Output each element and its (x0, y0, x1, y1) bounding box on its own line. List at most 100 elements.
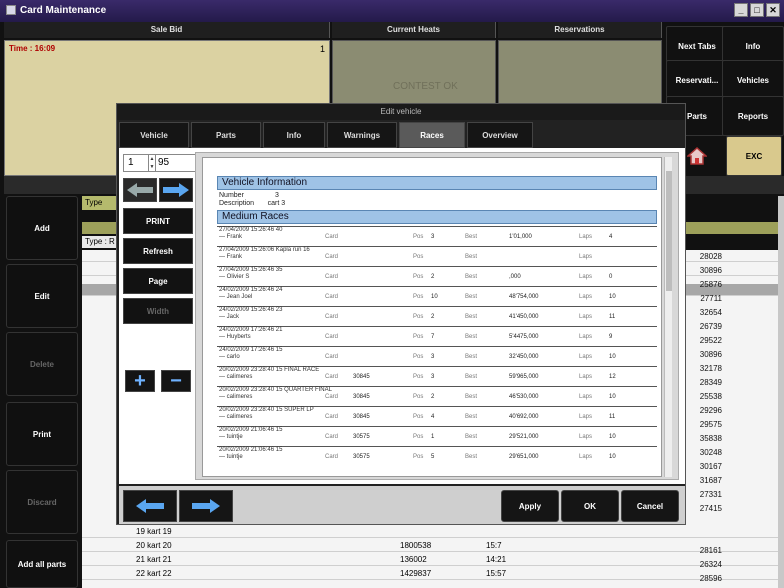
best-label: Best (465, 414, 478, 420)
heats-watermark: CONTEST OK (393, 81, 458, 92)
race-pos: 3 (431, 354, 435, 360)
vehicle-number: 32178 (699, 364, 722, 373)
laps-label: Laps (579, 254, 593, 260)
vehicle-number (686, 530, 722, 544)
zoom-out-button[interactable]: − (161, 370, 191, 392)
tab-overview[interactable]: Overview (467, 122, 533, 148)
race-laps: 0 (609, 274, 613, 280)
prev-record-button[interactable] (123, 490, 177, 522)
best-label: Best (465, 374, 478, 380)
tab-vehicle[interactable]: Vehicle (119, 122, 189, 148)
race-card: 30575 (353, 454, 370, 460)
race-row: 20/02/2009 23:28:40 15 SUPER LP — calimer… (217, 406, 657, 420)
maximize-icon[interactable]: □ (750, 3, 764, 17)
reports-button[interactable]: Reports (722, 96, 784, 136)
race-date: 24/02/2009 17:26:46 21 (219, 327, 283, 333)
home-icon (687, 147, 707, 165)
pos-label: Pos (413, 234, 424, 240)
dialog-footer: Apply OK Cancel (119, 486, 685, 524)
vehicle-number: 30248 (699, 448, 722, 457)
race-card: 30845 (353, 414, 370, 420)
refresh-button[interactable]: Refresh (123, 238, 193, 264)
best-label: Best (465, 354, 478, 360)
race-pos: 1 (431, 434, 435, 440)
vehicles-button[interactable]: Vehicles (722, 60, 784, 100)
tab-info[interactable]: Info (263, 122, 325, 148)
race-best: 29'651,000 (509, 454, 539, 460)
apply-button[interactable]: Apply (501, 490, 559, 522)
spinner-total: 95 (158, 157, 170, 168)
vehicle-number: 30896 (699, 350, 722, 359)
close-icon[interactable]: ✕ (766, 3, 780, 17)
race-driver: — Frank (219, 234, 243, 240)
ok-button[interactable]: OK (561, 490, 619, 522)
exc-button[interactable]: EXC (726, 136, 782, 176)
reservations-button[interactable]: Reservati... (666, 60, 728, 100)
info-description: Description cart 3 (219, 200, 286, 207)
race-driver: — tuintje (219, 454, 243, 460)
pos-label: Pos (413, 394, 424, 400)
cancel-button[interactable]: Cancel (621, 490, 679, 522)
tab-parts[interactable]: Parts (191, 122, 261, 148)
vehicle-number: 28349 (699, 378, 722, 387)
race-driver: — Frank (219, 254, 243, 260)
next-record-button[interactable] (179, 490, 233, 522)
vehicle-number: 30167 (699, 462, 722, 471)
app-icon (6, 5, 16, 15)
add-button[interactable]: Add (6, 196, 78, 260)
tab-races[interactable]: Races (399, 122, 465, 148)
race-date: 20/02/2009 23:28:40 15 QUARTER FINAL (219, 387, 332, 393)
pos-label: Pos (413, 274, 424, 280)
edit-button[interactable]: Edit (6, 264, 78, 328)
delete-button[interactable]: Delete (6, 332, 78, 396)
card-label: Card (325, 414, 339, 420)
row-code: 136002 (400, 555, 427, 564)
tab-warnings[interactable]: Warnings (327, 122, 397, 148)
next-page-button[interactable] (159, 178, 193, 202)
page-button[interactable]: Page (123, 268, 193, 294)
table-row[interactable]: 19 kart 19 (82, 526, 780, 538)
print-report-button[interactable]: PRINT (123, 208, 193, 234)
discard-button[interactable]: Discard (6, 470, 78, 534)
race-best: 48'754,000 (509, 294, 539, 300)
race-laps: 10 (609, 454, 616, 460)
report-viewer: Vehicle Information Number 3 Description… (195, 152, 679, 480)
race-date: 27/04/2009 15:26:46 35 (219, 267, 283, 273)
minimize-icon[interactable]: _ (734, 3, 748, 17)
table-row[interactable]: 21 kart 21 136002 14:21 (82, 554, 780, 566)
table-scrollbar[interactable] (778, 196, 784, 588)
scroll-thumb[interactable] (666, 171, 672, 291)
laps-label: Laps (579, 454, 593, 460)
race-laps: 10 (609, 394, 616, 400)
race-pos: 3 (431, 374, 435, 380)
spinner-value: 1 (128, 157, 134, 168)
race-card: 30845 (353, 394, 370, 400)
race-row: 24/02/2009 15:26:46 23— Jack Card Pos 2 Best… (217, 306, 657, 320)
race-best: 40'692,000 (509, 414, 539, 420)
race-driver: — calimeres (219, 414, 253, 420)
race-best: 41'450,000 (509, 314, 539, 320)
table-row[interactable]: 22 kart 22 1429837 15:57 (82, 568, 780, 580)
add-all-parts-button[interactable]: Add all parts (6, 540, 78, 588)
race-pos: 4 (431, 414, 435, 420)
card-label: Card (325, 394, 339, 400)
dialog-title: Edit vehicle (117, 104, 685, 120)
laps-label: Laps (579, 354, 593, 360)
page-spinner[interactable]: 1 ▲ ▼ 95 (123, 154, 197, 172)
race-row: 20/02/2009 21:06:46 15— tuintje Card 30575… (217, 446, 657, 460)
print-button[interactable]: Print (6, 402, 78, 466)
race-card: 30575 (353, 434, 370, 440)
spinner-arrows-icon[interactable]: ▲ ▼ (148, 155, 156, 171)
vehicle-number: 28596 (699, 574, 722, 583)
race-driver: — calimeres (219, 394, 253, 400)
report-scrollbar[interactable] (664, 157, 672, 477)
window-title: Card Maintenance (20, 5, 107, 16)
vehicle-number: 26739 (699, 322, 722, 331)
card-label: Card (325, 374, 339, 380)
width-button[interactable]: Width (123, 298, 193, 324)
arrow-right-icon (163, 183, 189, 197)
race-date: 20/02/2009 23:28:40 15 SUPER LP (219, 407, 314, 413)
zoom-in-button[interactable]: + (125, 370, 155, 392)
prev-page-button[interactable] (123, 178, 157, 202)
table-row[interactable]: 20 kart 20 1800538 15:7 (82, 540, 780, 552)
